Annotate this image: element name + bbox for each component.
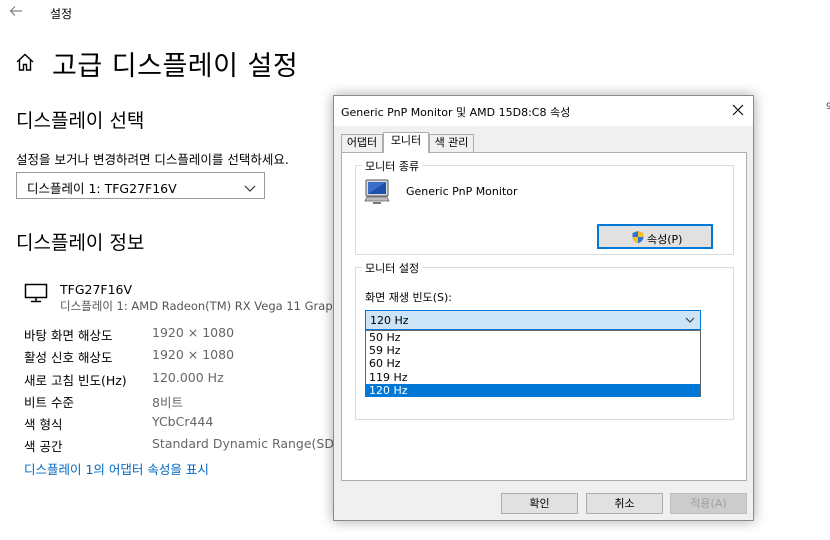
page-title: 고급 디스플레이 설정 — [52, 51, 299, 82]
monitor-properties-dialog: Generic PnP Monitor 및 AMD 15D8:C8 속성 어댑터… — [333, 95, 754, 521]
monitor-icon — [24, 283, 48, 303]
ok-button[interactable]: 확인 — [501, 493, 578, 514]
tab-monitor[interactable]: 모니터 — [383, 132, 429, 153]
chevron-down-icon — [244, 179, 256, 192]
monitor-adapter-text: 디스플레이 1: AMD Radeon(TM) RX Vega 11 Graph… — [60, 299, 332, 313]
monitor-settings-group: 모니터 설정 화면 재생 빈도(S): 120 Hz 50 Hz 59 Hz 6… — [355, 260, 734, 420]
tab-color-management[interactable]: 색 관리 — [429, 134, 474, 152]
info-row-value: 1920 × 1080 — [152, 325, 235, 340]
info-row-label: 비트 수준 — [24, 395, 74, 410]
refresh-rate-option[interactable]: 50 Hz — [366, 331, 700, 344]
monitor-tab-panel: 모니터 종류 Generic PnP Monitor 속성(P) 모니터 설정 … — [341, 152, 747, 481]
refresh-rate-label: 화면 재생 빈도(S): — [365, 291, 452, 304]
info-row-label: 색 형식 — [24, 417, 63, 432]
info-row-label: 활성 신호 해상도 — [24, 350, 113, 365]
info-row-value: Standard Dynamic Range(SDR) — [152, 436, 348, 451]
refresh-rate-option-selected[interactable]: 120 Hz — [366, 383, 700, 397]
display-info-heading: 디스플레이 정보 — [16, 232, 145, 254]
apply-button[interactable]: 적용(A) — [670, 493, 747, 514]
close-icon[interactable] — [731, 102, 745, 116]
display-select-value: 디스플레이 1: TFG27F16V — [27, 181, 177, 196]
edge-glyph: 9 — [826, 102, 830, 112]
dialog-title: Generic PnP Monitor 및 AMD 15D8:C8 속성 — [341, 106, 571, 119]
adapter-properties-link[interactable]: 디스플레이 1의 어댑터 속성을 표시 — [24, 459, 209, 478]
monitor-properties-button[interactable]: 속성(P) — [597, 224, 713, 249]
refresh-rate-option[interactable]: 60 Hz — [366, 357, 700, 370]
monitor-icon — [363, 178, 391, 206]
window-title: 설정 — [50, 7, 73, 21]
info-row-label: 바탕 화면 해상도 — [24, 328, 113, 343]
refresh-rate-option[interactable]: 119 Hz — [366, 371, 700, 384]
tab-adapter[interactable]: 어댑터 — [341, 134, 383, 152]
monitor-properties-label: 속성(P) — [647, 233, 683, 246]
info-row-value: 1920 × 1080 — [152, 347, 235, 362]
monitor-type-label: 모니터 종류 — [362, 158, 423, 174]
info-row-value: 120.000 Hz — [152, 370, 224, 385]
display-select-description: 설정을 보거나 변경하려면 디스플레이를 선택하세요. — [16, 152, 289, 167]
monitor-type-group: 모니터 종류 Generic PnP Monitor 속성(P) — [355, 158, 734, 255]
monitor-name: TFG27F16V — [60, 282, 133, 297]
back-arrow-icon[interactable] — [8, 3, 26, 21]
refresh-rate-option[interactable]: 59 Hz — [366, 344, 700, 357]
display-select-dropdown[interactable]: 디스플레이 1: TFG27F16V — [16, 172, 265, 199]
refresh-rate-select[interactable]: 120 Hz — [365, 310, 701, 330]
monitor-settings-label: 모니터 설정 — [362, 260, 423, 276]
chevron-down-icon — [685, 315, 695, 325]
info-row-value: 8비트 — [152, 395, 183, 410]
display-select-heading: 디스플레이 선택 — [16, 110, 145, 132]
monitor-type-name: Generic PnP Monitor — [406, 185, 518, 198]
cancel-button[interactable]: 취소 — [586, 493, 663, 514]
info-row-label: 새로 고침 빈도(Hz) — [24, 373, 127, 388]
home-icon — [15, 52, 35, 72]
uac-shield-icon — [631, 230, 645, 244]
dialog-titlebar[interactable]: Generic PnP Monitor 및 AMD 15D8:C8 속성 — [334, 96, 753, 126]
info-row-value: YCbCr444 — [152, 414, 214, 429]
info-row-label: 색 공간 — [24, 439, 63, 454]
refresh-rate-list: 50 Hz 59 Hz 60 Hz 119 Hz 120 Hz — [365, 330, 701, 397]
refresh-rate-value: 120 Hz — [370, 314, 409, 327]
